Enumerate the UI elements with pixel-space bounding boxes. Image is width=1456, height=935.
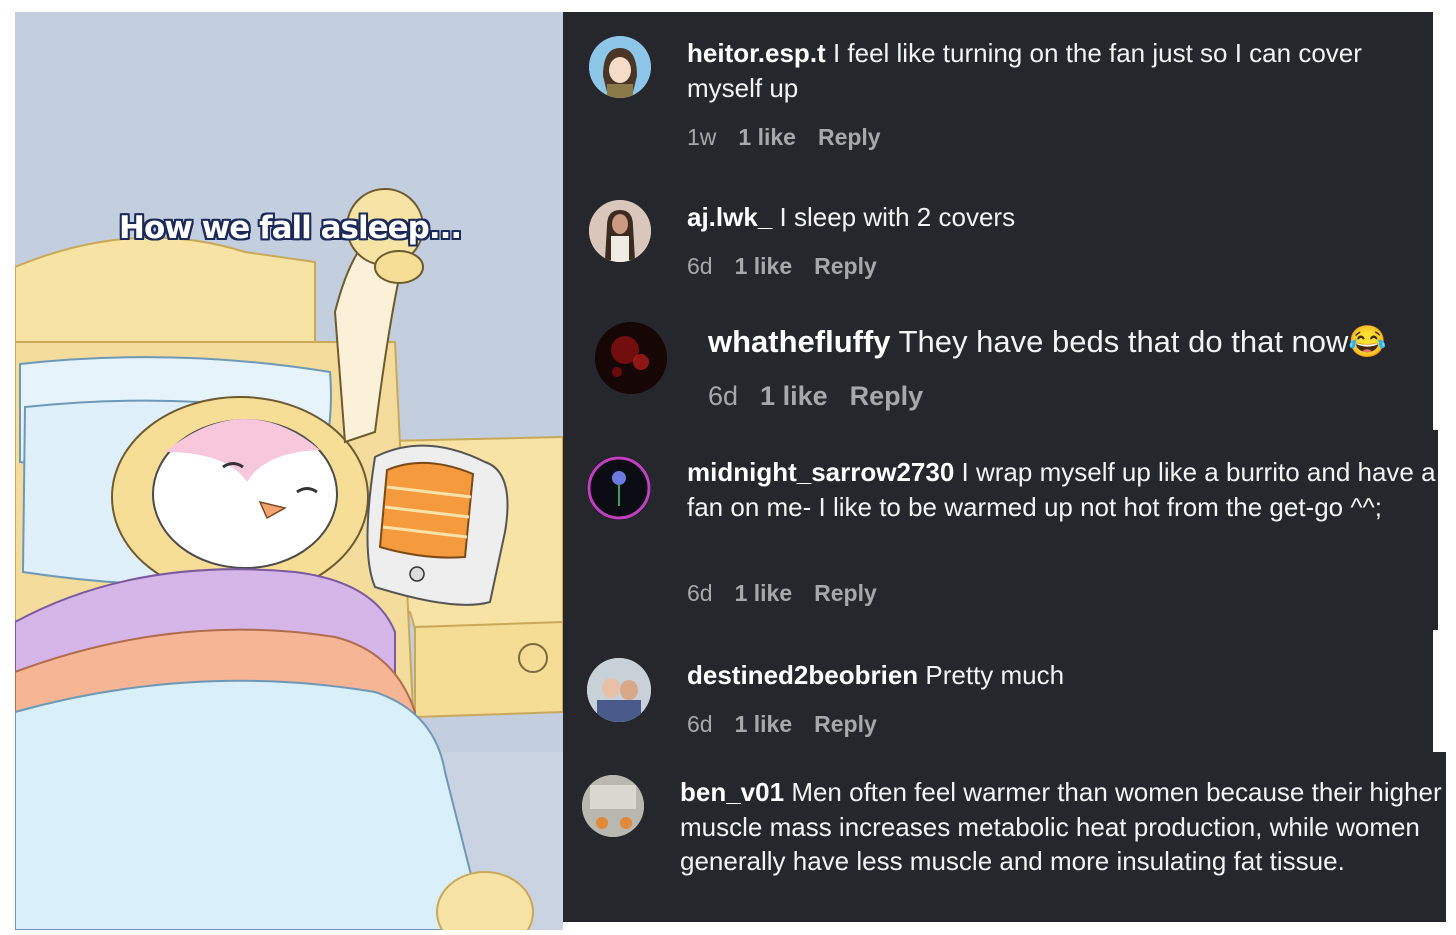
avatar[interactable]	[589, 36, 651, 98]
comment-username[interactable]: aj.lwk_	[687, 202, 772, 232]
penguin-illustration	[15, 12, 563, 930]
comment-age: 6d	[687, 580, 713, 606]
comment-username[interactable]: ben_v01	[680, 777, 784, 807]
avatar-dark-red-icon	[595, 322, 667, 394]
reply-button[interactable]: Reply	[850, 381, 924, 411]
reply-button[interactable]: Reply	[818, 124, 881, 150]
like-count[interactable]: 1 like	[735, 711, 793, 737]
comment-username[interactable]: heitor.esp.t	[687, 38, 826, 68]
avatar-rose-icon	[587, 456, 651, 520]
like-count[interactable]: 1 like	[735, 253, 793, 279]
comment-username[interactable]: destined2beobrien	[687, 660, 918, 690]
avatar[interactable]	[582, 775, 644, 837]
avatar-photo-icon	[587, 658, 651, 722]
comment-username[interactable]: midnight_sarrow2730	[687, 457, 954, 487]
comment-body: They have beds that do that now😂	[898, 324, 1388, 359]
comment-text: ben_v01 Men often feel warmer than women…	[680, 775, 1445, 879]
reply-button[interactable]: Reply	[814, 253, 877, 279]
comment-age: 6d	[687, 711, 713, 737]
like-count[interactable]: 1 like	[735, 580, 793, 606]
comment-text: whathefluffy They have beds that do that…	[708, 321, 1428, 362]
reply-button[interactable]: Reply	[814, 711, 877, 737]
comment-body: Pretty much	[925, 660, 1065, 690]
avatar[interactable]	[595, 322, 667, 394]
comment-meta: 6d 1 like Reply	[687, 711, 899, 738]
comment-meta: 6d 1 like Reply	[708, 381, 945, 412]
avatar-photo-icon	[582, 775, 644, 837]
comment-age: 1w	[687, 124, 717, 150]
comment-text: heitor.esp.t I feel like turning on the …	[687, 36, 1427, 105]
like-count[interactable]: 1 like	[738, 124, 796, 150]
comment-body: I sleep with 2 covers	[779, 202, 1016, 232]
avatar-anime-girl-icon	[589, 36, 651, 98]
comment-body: Men often feel warmer than women because…	[680, 777, 1442, 877]
comment-meta: 1w 1 like Reply	[687, 124, 903, 151]
comment-text: destined2beobrien Pretty much	[687, 658, 1427, 693]
video-caption: How we fall asleep...	[119, 210, 462, 246]
comment-age: 6d	[687, 253, 713, 279]
video-frame[interactable]: How we fall asleep...	[15, 12, 563, 930]
comment-age: 6d	[708, 381, 739, 411]
comment-meta: 6d 1 like Reply	[687, 580, 899, 607]
avatar[interactable]	[587, 658, 651, 722]
like-count[interactable]: 1 like	[760, 381, 828, 411]
avatar-photo-icon	[589, 200, 651, 262]
reply-button[interactable]: Reply	[814, 580, 877, 606]
avatar[interactable]	[589, 200, 651, 262]
comment-text: aj.lwk_ I sleep with 2 covers	[687, 200, 1427, 235]
avatar[interactable]	[587, 456, 651, 520]
comment-text: midnight_sarrow2730 I wrap myself up lik…	[687, 455, 1437, 524]
comment-username[interactable]: whathefluffy	[708, 324, 891, 359]
comment-meta: 6d 1 like Reply	[687, 253, 899, 280]
